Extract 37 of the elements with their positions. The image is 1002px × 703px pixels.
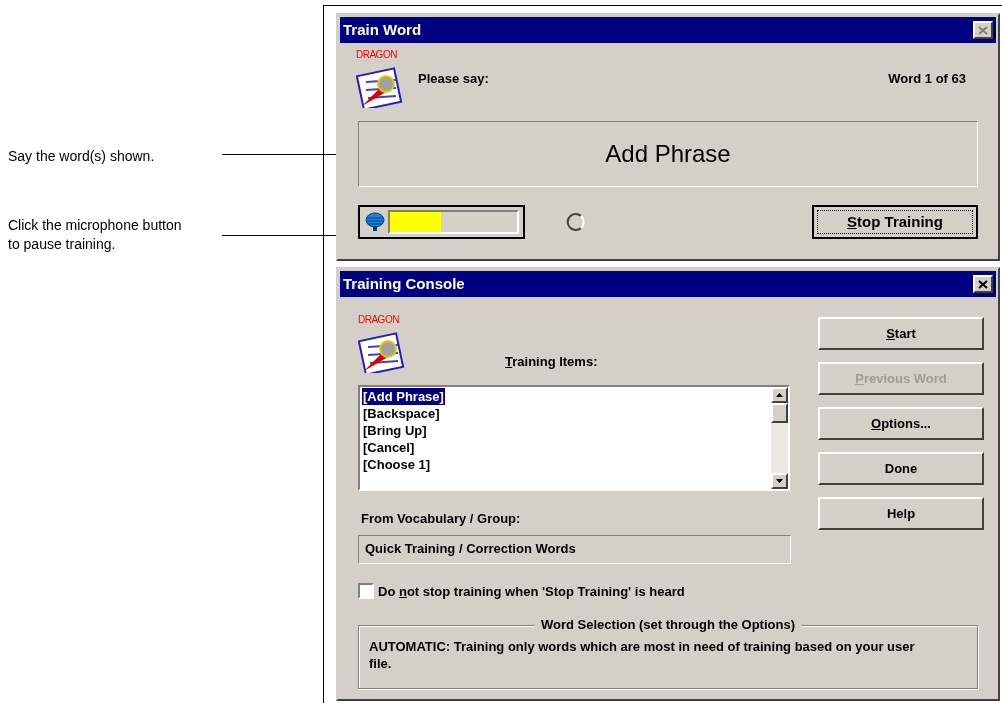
scroll-down-icon[interactable] <box>776 479 783 483</box>
scroll-up-icon[interactable] <box>776 393 783 397</box>
list-item[interactable]: [Add Phrase] <box>362 388 445 405</box>
callout-text: Say the word(s) shown. <box>8 147 156 166</box>
window-title: Train Word <box>343 19 422 40</box>
scrollbar[interactable] <box>771 387 788 489</box>
microphone-icon <box>364 212 386 232</box>
dialog-button[interactable]: Start <box>818 317 984 350</box>
close-button[interactable] <box>973 275 993 293</box>
callout-text: Click the microphone button to pause training. <box>8 216 183 254</box>
word-selection-description: AUTOMATIC: Training only words which are most in need of training based on your user file. <box>369 638 916 672</box>
logo-text: DRAGON <box>358 315 399 325</box>
list-item[interactable]: [Choose 1] <box>362 456 432 473</box>
logo-text: DRAGON <box>356 50 397 60</box>
list-label: Training Items: <box>505 352 598 371</box>
checkbox-label: Do not stop training when 'Stop Training' is heard <box>378 582 685 601</box>
window-title: Training Console <box>343 273 465 294</box>
close-icon <box>978 25 988 35</box>
phrase-display: Add Phrase <box>358 121 978 187</box>
word-counter: Word 1 of 63 <box>888 70 966 89</box>
vocabulary-field: Quick Training / Correction Words <box>358 534 791 564</box>
close-button[interactable] <box>973 21 993 39</box>
dialog-button[interactable]: Help <box>818 497 984 530</box>
scroll-thumb[interactable] <box>771 403 788 423</box>
microphone-level-button[interactable] <box>358 205 525 239</box>
checkbox[interactable] <box>358 583 374 600</box>
list-item[interactable]: [Cancel] <box>362 439 416 456</box>
list-item[interactable]: [Backspace] <box>362 405 441 422</box>
stop-training-button[interactable]: Stop Training <box>812 205 978 239</box>
list-item[interactable]: [Bring Up] <box>362 422 428 439</box>
spinner-icon <box>565 212 585 232</box>
dialog-button[interactable]: Options... <box>818 407 984 440</box>
dialog-button[interactable]: Done <box>818 452 984 485</box>
training-items-list[interactable]: [Add Phrase] [Backspace] [Bring Up] [Cancel] [Choose 1] <box>358 385 790 491</box>
prompt-label: Please say: <box>418 70 490 89</box>
vocabulary-label: From Vocabulary / Group: <box>361 510 522 528</box>
close-icon <box>978 279 988 289</box>
